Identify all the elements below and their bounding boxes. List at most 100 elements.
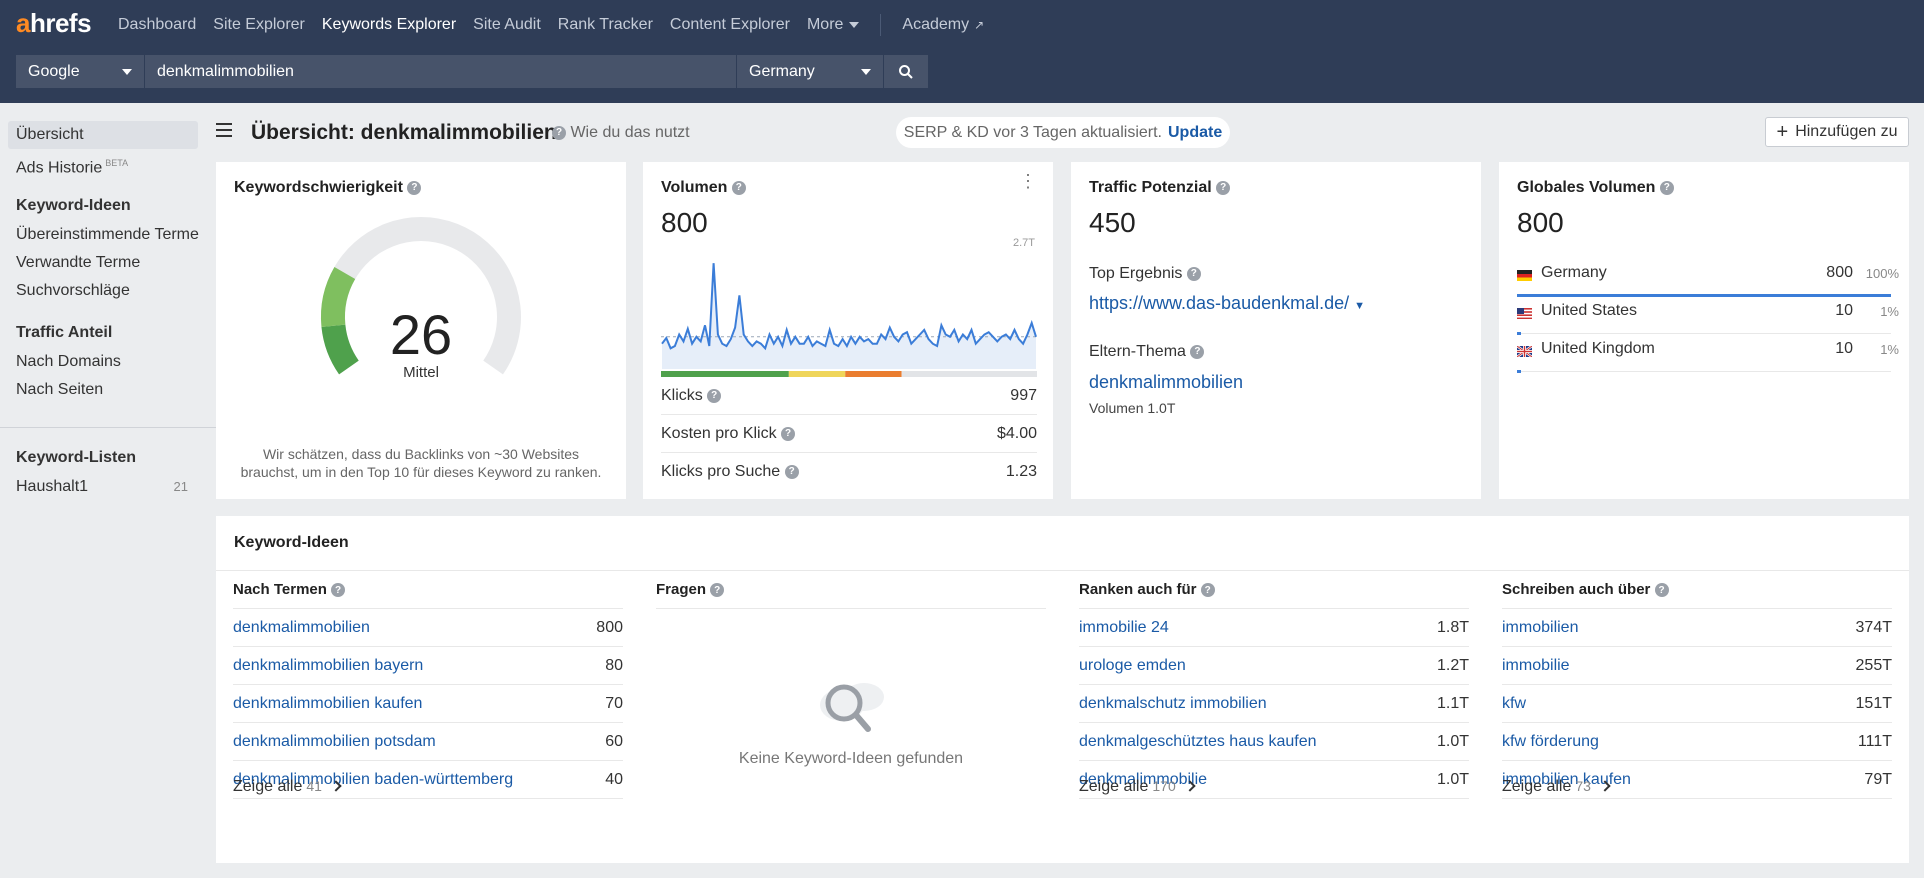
keyword-link[interactable]: immobilie 24: [1079, 619, 1169, 636]
global-value: 800: [1517, 207, 1564, 238]
show-all-link[interactable]: Zeige alle 170: [1079, 778, 1196, 796]
nav-keywords-explorer[interactable]: Keywords Explorer: [322, 16, 456, 34]
terms-heading: Nach Termen ?: [233, 570, 346, 609]
keyword-link[interactable]: denkmalimmobilien bayern: [233, 657, 423, 674]
parent-topic-volume: Volumen 1.0T: [1089, 400, 1176, 416]
nav-site-audit[interactable]: Site Audit: [473, 16, 541, 34]
traffic-title: Traffic Potenzial ?: [1089, 179, 1231, 197]
country-name: Germany: [1541, 264, 1607, 281]
sidebar-heading-lists: Keyword-Listen: [16, 449, 137, 466]
keyword-link[interactable]: immobilien: [1502, 619, 1578, 636]
keyword-link[interactable]: denkmalimmobilien: [233, 619, 370, 636]
keyword-link[interactable]: kfw förderung: [1502, 733, 1599, 750]
keyword-row: kfw 151T: [1502, 685, 1892, 723]
nav-more[interactable]: More: [807, 16, 860, 34]
search-button[interactable]: [884, 55, 928, 88]
ahrefs-logo[interactable]: ahrefs: [16, 8, 92, 39]
help-icon[interactable]: ?: [710, 583, 725, 598]
help-icon[interactable]: ?: [1200, 583, 1215, 598]
update-link[interactable]: Update: [1168, 124, 1222, 142]
help-icon[interactable]: ?: [781, 426, 796, 441]
keyword-link[interactable]: denkmalimmobilien potsdam: [233, 733, 436, 750]
keyword-volume: 1.2T: [1436, 657, 1469, 674]
nav-divider: [880, 14, 882, 36]
country-percent: 1%: [1880, 304, 1899, 319]
nav-content-explorer[interactable]: Content Explorer: [670, 16, 790, 34]
chevron-down-icon: [849, 21, 860, 28]
show-all-link[interactable]: Zeige alle 41: [233, 778, 342, 796]
help-icon[interactable]: ?: [1216, 180, 1231, 195]
sidebar-item-overview[interactable]: Übersicht: [8, 121, 198, 149]
top-result-url[interactable]: https://www.das-baudenkmal.de/ ▼: [1089, 293, 1365, 314]
nav-dashboard[interactable]: Dashboard: [118, 16, 196, 34]
add-to-button[interactable]: + Hinzufügen zu: [1765, 117, 1909, 147]
nav-site-explorer[interactable]: Site Explorer: [213, 16, 305, 34]
clicks-value: 997: [1010, 387, 1037, 404]
sidebar-item-suggestions[interactable]: Suchvorschläge: [8, 277, 198, 305]
keyword-link[interactable]: urologe emden: [1079, 657, 1186, 674]
help-icon[interactable]: ?: [731, 180, 746, 195]
keyword-row: denkmalimmobilien bayern 80: [233, 647, 623, 685]
help-icon[interactable]: ?: [1659, 180, 1674, 195]
cps-row: Klicks pro Suche ? 1.23: [661, 453, 1037, 491]
caret-down-icon: ▼: [1354, 300, 1366, 312]
top-bar: ahrefs Dashboard Site Explorer Keywords …: [0, 0, 1924, 103]
keyword-input[interactable]: denkmalimmobilien: [145, 55, 736, 88]
country-row[interactable]: United Kingdom 10 1%: [1516, 334, 1899, 373]
traffic-card: Traffic Potenzial ? 450 Top Ergebnis ? h…: [1071, 162, 1481, 499]
keyword-volume: 111T: [1857, 733, 1892, 750]
writes-heading-text: Schreiben auch über: [1502, 581, 1651, 598]
help-icon[interactable]: ?: [331, 583, 346, 598]
country-row[interactable]: United States 10 1%: [1517, 296, 1899, 335]
keyword-row: denkmalschutz immobilien 1.1T: [1079, 685, 1469, 723]
show-all-link[interactable]: Zeige alle 73: [1502, 778, 1611, 796]
nav-academy[interactable]: Academy ↗: [902, 16, 984, 34]
traffic-value: 450: [1089, 207, 1136, 238]
keyword-row: immobilie 24 1.8T: [1079, 609, 1469, 647]
country-name: United Kingdom: [1541, 340, 1655, 357]
volume-line: [661, 263, 1037, 351]
more-vertical-icon[interactable]: ⋮: [1019, 172, 1037, 190]
list-count: 21: [173, 479, 188, 494]
cpc-row: Kosten pro Klick ? $4.00: [661, 415, 1037, 453]
keyword-link[interactable]: denkmalimmobilien kaufen: [233, 695, 422, 712]
help-icon[interactable]: ?: [1190, 344, 1205, 359]
serp-update-text: SERP & KD vor 3 Tagen aktualisiert.: [903, 123, 1162, 141]
sidebar-item-related[interactable]: Verwandte Terme: [8, 249, 198, 277]
engine-select[interactable]: Google: [16, 55, 144, 88]
keyword-link[interactable]: immobilie: [1502, 657, 1570, 674]
help-icon[interactable]: ?: [1654, 583, 1669, 598]
empty-state-text: Keine Keyword-Ideen gefunden: [738, 750, 964, 767]
sidebar-item-ads-history[interactable]: Ads Historie BETA: [8, 149, 198, 177]
help-icon[interactable]: ?: [707, 388, 722, 403]
sidebar-item-domains[interactable]: Nach Domains: [8, 348, 198, 376]
keyword-link[interactable]: denkmalschutz immobilien: [1079, 695, 1267, 712]
parent-topic-keyword[interactable]: denkmalimmobilien: [1089, 372, 1243, 393]
country-row[interactable]: Germany 800 100%: [1517, 258, 1899, 297]
sidebar-heading-ideas[interactable]: Keyword-Ideen: [8, 192, 198, 220]
keyword-link[interactable]: denkmalgeschütztes haus kaufen: [1079, 733, 1316, 750]
cpc-label: Kosten pro Klick: [661, 425, 777, 442]
how-to-link[interactable]: ? Wie du das nutzt: [552, 124, 690, 142]
menu-icon[interactable]: [216, 123, 232, 141]
kd-title: Keywordschwierigkeit ?: [234, 179, 422, 197]
sidebar-heading-traffic[interactable]: Traffic Anteil: [8, 319, 198, 347]
help-icon[interactable]: ?: [407, 180, 422, 195]
keyword-row: denkmalimmobilien potsdam 60: [233, 723, 623, 761]
sidebar-item-pages[interactable]: Nach Seiten: [8, 376, 198, 404]
sidebar-item-list[interactable]: Haushalt1 21: [8, 473, 198, 501]
cps-value: 1.23: [1005, 463, 1037, 480]
keyword-input-value: denkmalimmobilien: [157, 62, 294, 80]
sidebar-item-matching[interactable]: Übereinstimmende Terme: [8, 221, 199, 249]
country-percent: 1%: [1880, 342, 1899, 357]
show-all-label: Zeige alle: [1079, 778, 1149, 795]
help-icon[interactable]: ?: [784, 464, 799, 479]
keyword-link[interactable]: kfw: [1502, 695, 1526, 712]
clicks-row: Klicks ? 997: [661, 377, 1037, 415]
keyword-row: immobilien 374T: [1502, 609, 1892, 647]
nav-rank-tracker[interactable]: Rank Tracker: [558, 16, 653, 34]
add-to-label: Hinzufügen zu: [1795, 123, 1898, 140]
keyword-row: kfw förderung 111T: [1502, 723, 1892, 761]
country-select[interactable]: Germany: [737, 55, 883, 88]
help-icon[interactable]: ?: [1186, 266, 1201, 281]
